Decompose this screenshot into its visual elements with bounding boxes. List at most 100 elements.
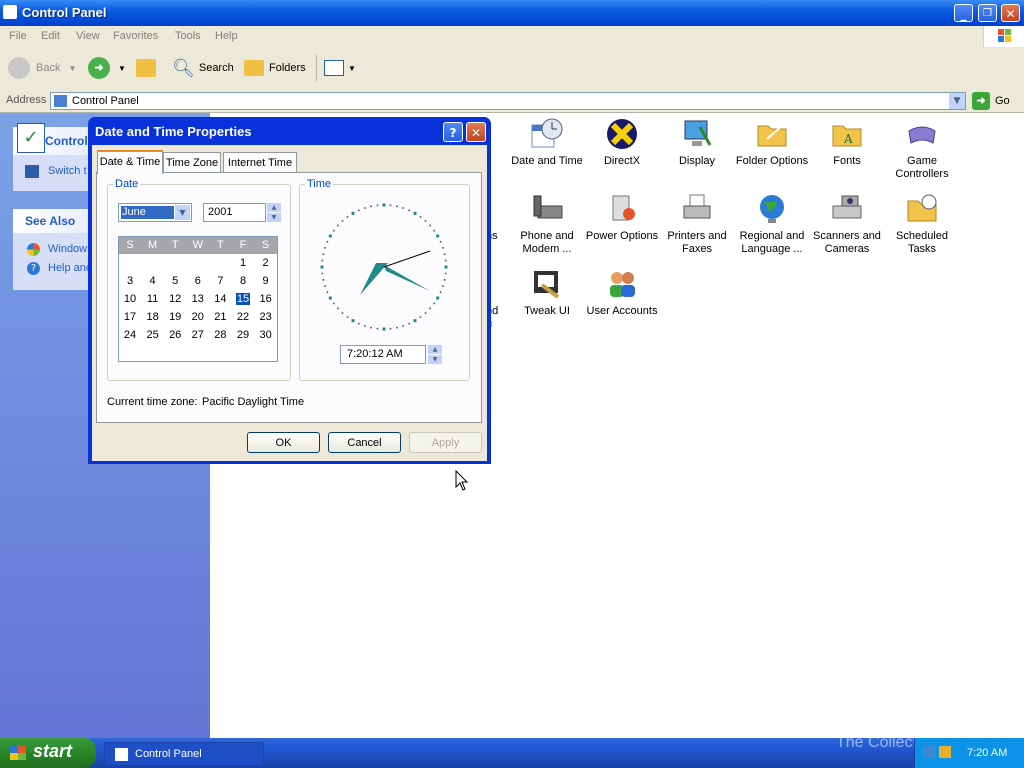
clock-minute-mark xyxy=(322,253,325,255)
windows-update-link[interactable]: Window xyxy=(48,243,87,255)
tray-clock[interactable]: 7:20 AM xyxy=(967,747,1007,759)
apply-button[interactable]: Apply xyxy=(409,432,482,453)
tab-date-time[interactable]: Date & Time xyxy=(97,150,163,174)
close-button[interactable]: ✕ xyxy=(1001,4,1020,22)
calendar-day[interactable]: 26 xyxy=(164,329,186,341)
folders-button[interactable]: Folders xyxy=(244,55,306,81)
calendar-day[interactable]: 11 xyxy=(142,293,164,305)
cp-item-fonts[interactable]: A Fonts xyxy=(810,117,884,168)
cancel-button[interactable]: Cancel xyxy=(328,432,401,453)
address-dropdown-button[interactable]: ▼ xyxy=(949,93,965,109)
calendar-day[interactable]: 8 xyxy=(232,275,254,287)
calendar-day-selected[interactable]: 15 xyxy=(236,293,250,305)
menu-tools[interactable]: Tools xyxy=(175,30,201,42)
taskbar-item-control-panel[interactable]: Control Panel xyxy=(104,742,264,766)
dialog-close-button[interactable]: ✕ xyxy=(466,122,486,142)
time-up-icon[interactable]: ▲ xyxy=(428,345,442,354)
calendar-day[interactable]: 25 xyxy=(142,329,164,341)
year-input[interactable]: 2001 xyxy=(203,203,266,222)
calendar-day[interactable]: 28 xyxy=(209,329,231,341)
month-dropdown-icon[interactable]: ▼ xyxy=(175,205,190,220)
printer-icon xyxy=(680,192,714,226)
forward-button[interactable]: ➜ ▼ xyxy=(88,55,126,81)
cp-item-game-controllers[interactable]: Game Controllers xyxy=(885,117,959,181)
menu-favorites[interactable]: Favorites xyxy=(113,30,158,42)
go-button[interactable]: ➜ Go xyxy=(972,91,1010,111)
tray-tool-icon[interactable] xyxy=(923,746,935,758)
calendar-day[interactable]: 24 xyxy=(119,329,141,341)
cp-item-phone-modem[interactable]: Phone and Modem ... xyxy=(510,192,584,256)
switch-view-link[interactable]: Switch t xyxy=(48,165,87,177)
back-button[interactable]: Back ▼ xyxy=(8,55,76,81)
clock-minute-mark xyxy=(341,312,344,314)
time-input[interactable]: 7:20:12 AM xyxy=(340,345,426,364)
calendar-day[interactable]: 22 xyxy=(232,311,254,323)
cp-item-printers-faxes[interactable]: Printers and Faxes xyxy=(660,192,734,256)
cp-item-tweak-ui[interactable]: Tweak UI xyxy=(510,267,584,318)
calendar-day[interactable]: 13 xyxy=(187,293,209,305)
calendar-day[interactable]: 14 xyxy=(209,293,231,305)
calendar-day[interactable]: 3 xyxy=(119,275,141,287)
tab-time-zone[interactable]: Time Zone xyxy=(163,152,221,172)
title-bar[interactable]: Control Panel _ ❐ ✕ xyxy=(0,0,1024,26)
calendar-day[interactable]: 27 xyxy=(187,329,209,341)
cp-item-regional-language[interactable]: Regional and Language ... xyxy=(735,192,809,256)
cp-item-user-accounts[interactable]: User Accounts xyxy=(585,267,659,318)
calendar-day[interactable]: 2 xyxy=(255,257,277,269)
menu-file[interactable]: File xyxy=(9,30,27,42)
month-select[interactable]: June ▼ xyxy=(118,203,192,222)
ok-button[interactable]: OK xyxy=(247,432,320,453)
year-up-icon[interactable]: ▲ xyxy=(267,203,281,212)
clock-minute-mark xyxy=(439,240,442,243)
calendar-day[interactable]: 21 xyxy=(209,311,231,323)
calendar-day[interactable]: 30 xyxy=(255,329,277,341)
tray-network-icon[interactable] xyxy=(939,746,951,758)
time-spinner[interactable]: ▲ ▼ xyxy=(428,345,442,364)
cp-item-power-options[interactable]: Power Options xyxy=(585,192,659,243)
calendar-day[interactable]: 1 xyxy=(232,257,254,269)
year-down-icon[interactable]: ▼ xyxy=(267,213,281,222)
year-spinner[interactable]: ▲ ▼ xyxy=(267,203,281,222)
calendar-day[interactable]: 20 xyxy=(187,311,209,323)
time-down-icon[interactable]: ▼ xyxy=(428,355,442,364)
views-button[interactable]: ▼ xyxy=(324,55,356,81)
clock-hour-mark xyxy=(413,319,417,323)
calendar-day[interactable]: 19 xyxy=(164,311,186,323)
back-arrow-icon xyxy=(8,57,30,79)
clock-minute-mark xyxy=(357,322,360,325)
help-and-support-link[interactable]: Help and xyxy=(48,262,92,274)
calendar-day[interactable]: 5 xyxy=(164,275,186,287)
cp-item-date-time[interactable]: Date and Time xyxy=(510,117,584,168)
calendar-day[interactable]: 10 xyxy=(119,293,141,305)
cp-item-folder-options[interactable]: Folder Options xyxy=(735,117,809,168)
calendar-day[interactable]: 17 xyxy=(119,311,141,323)
calendar-day[interactable]: 4 xyxy=(142,275,164,287)
cp-item-directx[interactable]: DirectX xyxy=(585,117,659,168)
mouse-cursor-icon xyxy=(455,470,469,491)
cp-item-display[interactable]: Display xyxy=(660,117,734,168)
search-button[interactable]: 🔍︎ Search xyxy=(172,55,234,81)
up-folder-button[interactable] xyxy=(136,55,156,81)
calendar-day[interactable]: 16 xyxy=(255,293,277,305)
dialog-help-button[interactable]: ? xyxy=(443,122,463,142)
calendar-day[interactable]: 7 xyxy=(209,275,231,287)
minimize-button[interactable]: _ xyxy=(954,4,973,22)
address-input[interactable]: Control Panel ▼ xyxy=(50,92,966,110)
menu-help[interactable]: Help xyxy=(215,30,238,42)
calendar[interactable]: SMTWTFS 1 2 3 4 5 6 7 8 9 10 11 12 13 14 15 16 17 18 19 20 2… xyxy=(118,236,278,362)
tab-internet-time[interactable]: Internet Time xyxy=(223,152,297,172)
cp-item-scheduled-tasks[interactable]: Scheduled Tasks xyxy=(885,192,959,256)
clock-minute-mark xyxy=(337,307,339,310)
calendar-day[interactable]: 12 xyxy=(164,293,186,305)
calendar-day[interactable]: 29 xyxy=(232,329,254,341)
menu-edit[interactable]: Edit xyxy=(41,30,60,42)
calendar-day[interactable]: 6 xyxy=(187,275,209,287)
calendar-day[interactable]: 9 xyxy=(255,275,277,287)
clock-hour-mark xyxy=(436,296,440,300)
calendar-day[interactable]: 18 xyxy=(142,311,164,323)
maximize-button[interactable]: ❐ xyxy=(978,4,997,22)
start-button[interactable]: start xyxy=(0,738,96,768)
cp-item-scanners-cameras[interactable]: Scanners and Cameras xyxy=(810,192,884,256)
calendar-day[interactable]: 23 xyxy=(255,311,277,323)
menu-view[interactable]: View xyxy=(76,30,100,42)
